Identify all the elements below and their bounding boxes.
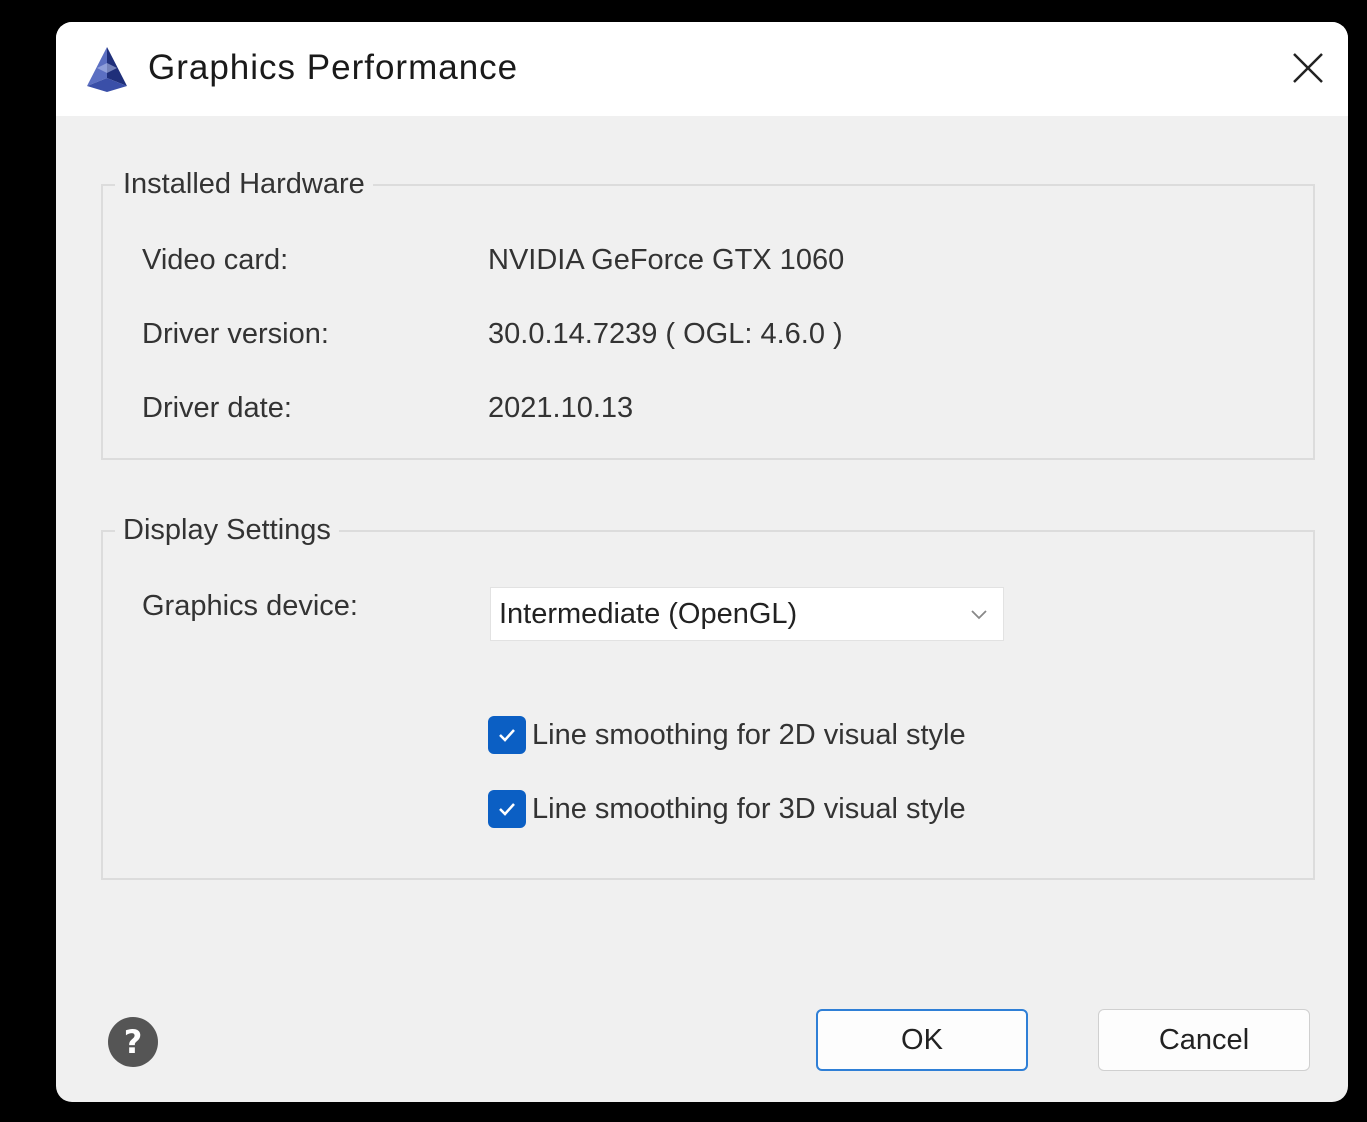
graphics-device-value: Intermediate (OpenGL)	[499, 598, 798, 630]
graphics-device-label: Graphics device:	[142, 590, 358, 622]
checkmark-icon	[499, 803, 515, 816]
line-smoothing-2d-label: Line smoothing for 2D visual style	[532, 719, 966, 751]
checkmark-icon	[499, 729, 515, 742]
driver-date-label: Driver date:	[142, 392, 292, 424]
help-icon[interactable]: ?	[108, 1017, 158, 1067]
driver-date-value: 2021.10.13	[488, 392, 634, 424]
title-bar: Graphics Performance	[56, 22, 1348, 116]
display-settings-legend: Display Settings	[115, 510, 339, 550]
driver-version-value: 30.0.14.7239 ( OGL: 4.6.0 )	[488, 318, 843, 350]
driver-version-label: Driver version:	[142, 318, 329, 350]
close-button[interactable]	[1280, 40, 1336, 96]
cancel-button[interactable]: Cancel	[1098, 1009, 1310, 1071]
ok-button[interactable]: OK	[816, 1009, 1028, 1071]
installed-hardware-legend: Installed Hardware	[115, 164, 373, 204]
line-smoothing-3d-label: Line smoothing for 3D visual style	[532, 793, 966, 825]
autocad-pyramid-icon	[87, 47, 127, 92]
graphics-device-select[interactable]: Intermediate (OpenGL)	[490, 587, 1004, 641]
line-smoothing-3d-option[interactable]: Line smoothing for 3D visual style	[488, 787, 966, 831]
chevron-down-icon	[971, 610, 987, 620]
window-title: Graphics Performance	[148, 48, 519, 87]
close-icon	[1293, 53, 1323, 83]
video-card-label: Video card:	[142, 244, 289, 276]
line-smoothing-2d-option[interactable]: Line smoothing for 2D visual style	[488, 713, 966, 757]
video-card-value: NVIDIA GeForce GTX 1060	[488, 244, 845, 276]
line-smoothing-2d-checkbox[interactable]	[488, 716, 526, 754]
line-smoothing-3d-checkbox[interactable]	[488, 790, 526, 828]
graphics-performance-dialog: Graphics Performance Installed Hardware …	[56, 22, 1348, 1102]
